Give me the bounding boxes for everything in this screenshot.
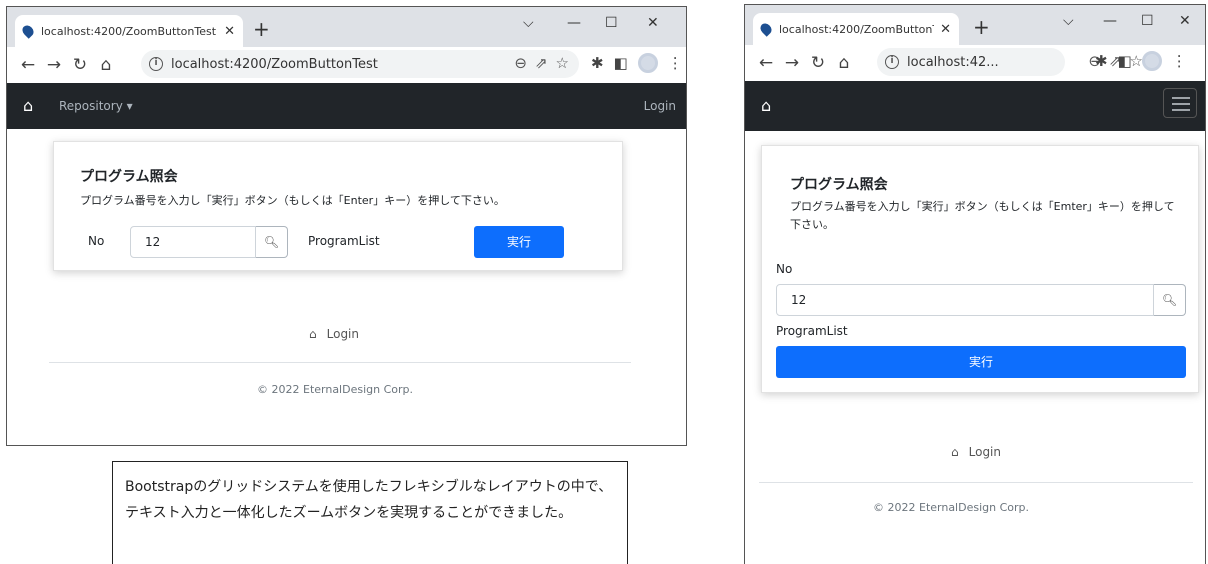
home-icon[interactable]: ⌂ [761,96,771,115]
app-navbar: ⌂ [745,81,1205,131]
profile-avatar[interactable] [1141,51,1162,71]
search-icon: 🔍︎ [263,235,280,249]
chevron-down-icon[interactable]: ⌵ [1063,13,1074,29]
info-icon[interactable]: i [149,57,163,71]
hamburger-line [1172,103,1190,105]
navbar-toggler-button[interactable] [1163,88,1197,118]
sidepanel-icon[interactable]: ◧ [1118,52,1132,70]
program-list-link[interactable]: ProgramList [776,324,848,338]
sidepanel-icon[interactable]: ◧ [614,54,628,72]
program-no-input-group: 12 🔍︎ [130,226,288,258]
tab-title: localhost:4200/ZoomButtonTe [779,22,935,36]
info-icon[interactable]: i [885,55,899,69]
forward-icon[interactable]: → [41,55,67,75]
execute-button[interactable]: 実行 [474,226,564,258]
card-title: プログラム照会 [790,177,888,193]
footer-login-text: Login [968,445,1001,459]
search-icon: 🔍︎ [1161,293,1178,307]
hamburger-line [1172,97,1190,99]
tab-strip: localhost:4200/ZoomButtonTe ✕ + ⌵ — ☐ ✕ [745,5,1205,45]
minimize-icon[interactable]: — [567,15,581,31]
repository-dropdown[interactable]: Repository ▾ [59,99,133,113]
close-tab-icon[interactable]: ✕ [940,22,951,37]
maximize-icon[interactable]: ☐ [1141,13,1154,29]
card-description: プログラム番号を入力し「実行」ボタン（もしくは「Emter」キー）を押して下さい… [790,200,1175,231]
tab-title: localhost:4200/ZoomButtonTest [41,24,217,38]
address-bar[interactable]: i localhost:4200/ZoomButtonTest ⊖ ⇗ ☆ [141,50,579,78]
footer-login[interactable]: ⌂ Login [309,327,359,341]
zoom-button[interactable]: 🔍︎ [1154,284,1186,316]
tab-strip: localhost:4200/ZoomButtonTest ✕ + ⌵ — ☐ … [7,7,686,47]
program-no-input[interactable]: 12 [130,226,256,258]
program-query-card: プログラム照会 プログラム番号を入力し「実行」ボタン（もしくは「Enter」キー… [53,141,623,271]
card-title: プログラム照会 [80,169,178,185]
close-tab-icon[interactable]: ✕ [224,24,235,39]
footer-divider [49,362,631,363]
minimize-icon[interactable]: — [1103,13,1117,29]
browser-toolbar: ← → ↻ ⌂ i localhost:42... ⊖ ⇗ ☆ ✱ ◧ ⋮ [745,45,1205,81]
footer-divider [759,482,1193,483]
home-icon: ⌂ [309,327,317,341]
new-tab-icon[interactable]: + [253,19,270,39]
copyright: © 2022 EternalDesign Corp. [257,383,414,396]
app-navbar: ⌂ Repository ▾ Login [7,83,686,129]
zoom-icon[interactable]: ⊖ [514,54,527,72]
footer-login-text: Login [326,327,359,341]
execute-button[interactable]: 実行 [776,346,1186,378]
program-query-card: プログラム照会 プログラム番号を入力し「実行」ボタン（もしくは「Emter」キー… [761,145,1199,393]
extensions-icon[interactable]: ✱ [1095,52,1108,70]
profile-avatar[interactable] [637,53,658,73]
new-tab-icon[interactable]: + [973,17,990,37]
forward-icon[interactable]: → [779,53,805,73]
home-button-icon[interactable]: ⌂ [93,55,119,75]
program-no-input[interactable]: 12 [776,284,1154,316]
hamburger-line [1172,109,1190,111]
no-label: No [88,234,105,248]
chevron-down-icon[interactable]: ⌵ [523,15,534,31]
browser-tab[interactable]: localhost:4200/ZoomButtonTe ✕ [753,13,959,45]
copyright: © 2022 EternalDesign Corp. [873,501,1030,514]
favicon-icon [20,23,36,39]
back-icon[interactable]: ← [15,55,41,75]
window-close-icon[interactable]: ✕ [1179,13,1191,29]
bookmark-star-icon[interactable]: ☆ [556,54,569,72]
browser-tab[interactable]: localhost:4200/ZoomButtonTest ✕ [15,15,243,47]
address-bar[interactable]: i localhost:42... ⊖ ⇗ ☆ [877,48,1143,76]
address-text: localhost:42... [907,54,999,70]
extensions-icon[interactable]: ✱ [591,54,604,72]
program-no-input-group: 12 🔍︎ [776,284,1186,316]
caption-box: Bootstrapのグリッドシステムを使用したフレキシブルなレイアウトの中で、テ… [112,461,628,564]
back-icon[interactable]: ← [753,53,779,73]
menu-kebab-icon[interactable]: ⋮ [668,54,683,72]
navbar-login-link[interactable]: Login [644,99,676,113]
reload-icon[interactable]: ↻ [67,55,93,75]
favicon-icon [758,21,774,37]
address-text: localhost:4200/ZoomButtonTest [171,56,378,72]
footer-login[interactable]: ⌂ Login [951,445,1001,459]
menu-kebab-icon[interactable]: ⋮ [1172,52,1187,70]
share-icon[interactable]: ⇗ [535,54,548,72]
home-icon[interactable]: ⌂ [23,96,33,115]
home-icon: ⌂ [951,445,959,459]
card-description: プログラム番号を入力し「実行」ボタン（もしくは「Enter」キー）を押して下さい… [80,194,505,207]
program-list-link[interactable]: ProgramList [308,234,380,248]
browser-window-wide: localhost:4200/ZoomButtonTest ✕ + ⌵ — ☐ … [6,6,687,446]
window-close-icon[interactable]: ✕ [647,15,659,31]
no-label: No [776,262,793,276]
browser-window-narrow: localhost:4200/ZoomButtonTe ✕ + ⌵ — ☐ ✕ … [744,4,1206,564]
zoom-button[interactable]: 🔍︎ [256,226,288,258]
reload-icon[interactable]: ↻ [805,53,831,73]
maximize-icon[interactable]: ☐ [605,15,618,31]
home-button-icon[interactable]: ⌂ [831,53,857,73]
browser-toolbar: ← → ↻ ⌂ i localhost:4200/ZoomButtonTest … [7,47,686,83]
